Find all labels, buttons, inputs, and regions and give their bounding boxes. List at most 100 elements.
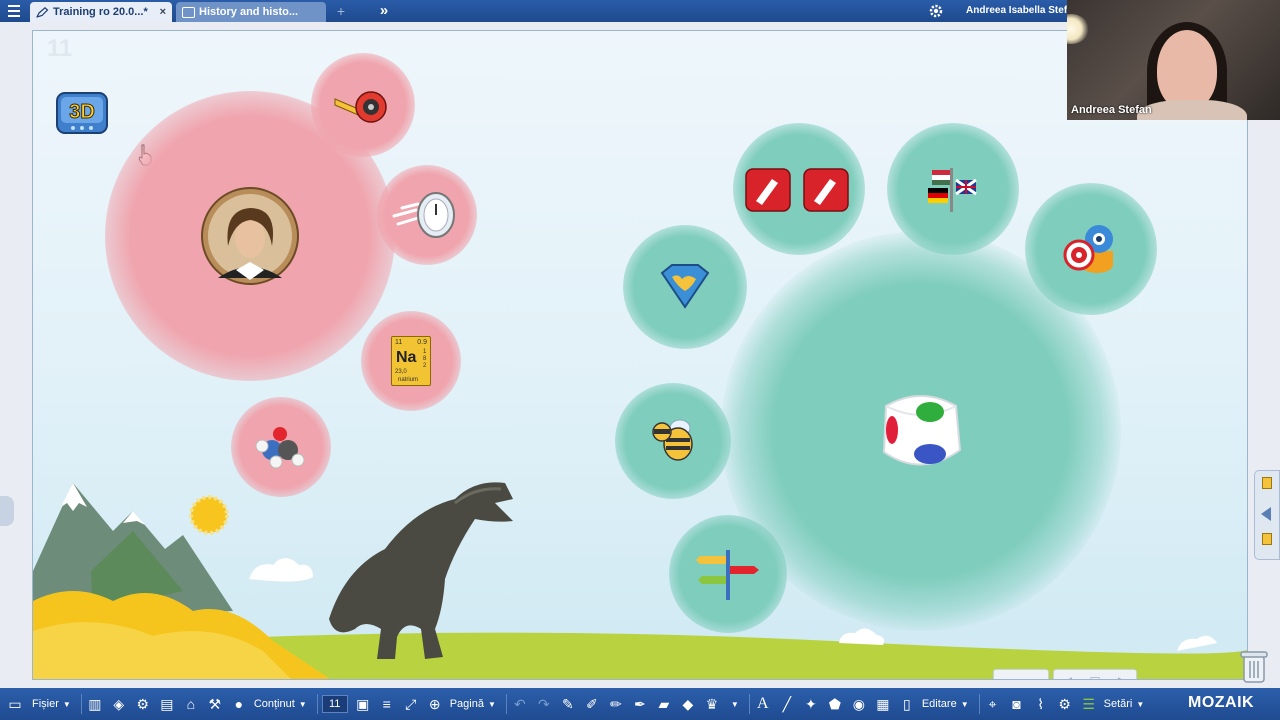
undo-icon: ↶ bbox=[514, 695, 526, 712]
gear-icon[interactable] bbox=[928, 3, 944, 19]
element-number: 11 bbox=[395, 339, 403, 346]
museum-button[interactable]: ⌂ bbox=[182, 688, 200, 720]
superhero-bubble[interactable] bbox=[623, 225, 747, 349]
webcam-name: Andreea Stefan bbox=[1071, 104, 1152, 116]
dock-note-icon[interactable] bbox=[1262, 477, 1272, 489]
tab-training-label: Training ro 20.0...* bbox=[53, 6, 148, 18]
next-page-icon[interactable]: › bbox=[1032, 673, 1037, 679]
user-name: Andreea Isabella Stef bbox=[966, 5, 1068, 16]
clapper-button[interactable]: ▦ bbox=[874, 688, 892, 720]
dinosaur-illustration[interactable] bbox=[325, 469, 525, 665]
chevron-down-icon: ▼ bbox=[487, 699, 496, 709]
file-menu[interactable]: ▭ Fișier ▼ bbox=[6, 688, 70, 720]
polygon-button[interactable]: ⬟ bbox=[826, 688, 844, 720]
forward-arrow-icon[interactable]: ▶ bbox=[1118, 674, 1127, 679]
book-button[interactable]: ▥ bbox=[86, 688, 104, 720]
eraser-button[interactable]: ▰ bbox=[655, 688, 673, 720]
page-icon[interactable]: ▤ bbox=[1089, 674, 1100, 679]
camera-icon: ◙ bbox=[1012, 696, 1021, 712]
lines-icon: ☰ bbox=[1082, 695, 1095, 712]
tools-icon: ⚙ bbox=[136, 695, 150, 712]
attach-button[interactable]: ⌇ bbox=[1032, 688, 1050, 720]
line-button[interactable]: ╱ bbox=[778, 688, 796, 720]
delete-button[interactable]: ▯ bbox=[898, 688, 916, 720]
add-page-button[interactable]: ▣ bbox=[354, 688, 372, 720]
layers-icon: ◈ bbox=[113, 695, 125, 712]
worksheet-bubble[interactable] bbox=[733, 123, 865, 255]
stopwatch-bubble[interactable] bbox=[377, 165, 477, 265]
prev-page-icon[interactable]: ‹ bbox=[1005, 673, 1010, 679]
marker-icon: ✐ bbox=[586, 695, 598, 712]
text-button[interactable]: A bbox=[754, 688, 772, 720]
tab-training[interactable]: Training ro 20.0...* × bbox=[30, 2, 172, 22]
tape-measure-bubble[interactable] bbox=[311, 53, 415, 157]
line-icon: ╱ bbox=[782, 695, 792, 712]
dock-doc-icon[interactable] bbox=[1262, 533, 1272, 545]
highlighter-button[interactable]: ✏ bbox=[607, 688, 625, 720]
page-menu[interactable]: Pagină ▼ bbox=[450, 688, 496, 720]
undo-button[interactable]: ↶ bbox=[511, 688, 529, 720]
page-list-button[interactable]: ≡ bbox=[378, 688, 396, 720]
page-list-icon: ≡ bbox=[382, 696, 391, 712]
pen-button[interactable]: ✎ bbox=[559, 688, 577, 720]
webcam-feed: Andreea Stefan bbox=[1067, 0, 1280, 120]
right-side-dock[interactable] bbox=[1254, 470, 1280, 560]
edit-menu[interactable]: Editare ▼ bbox=[922, 688, 969, 720]
pointer-button[interactable]: ⌖ bbox=[984, 688, 1002, 720]
trash-icon[interactable] bbox=[1238, 648, 1270, 684]
document-button[interactable]: ▤ bbox=[158, 688, 176, 720]
resize-button[interactable]: ⤢ bbox=[402, 688, 420, 720]
draw-more-button[interactable]: ▼ bbox=[727, 688, 739, 720]
dice-icon bbox=[882, 395, 962, 466]
divider bbox=[978, 694, 980, 714]
screen-icon: ▭ bbox=[8, 695, 22, 712]
3d-icon[interactable]: 3D bbox=[53, 87, 111, 141]
landscape-illustration bbox=[33, 483, 1247, 679]
bulb-button[interactable]: ● bbox=[230, 688, 248, 720]
hammer-button[interactable]: ⚒ bbox=[206, 688, 224, 720]
back-arrow-icon[interactable]: ◀ bbox=[1063, 674, 1072, 679]
shape-tool-button[interactable]: ✦ bbox=[802, 688, 820, 720]
more-tabs-icon[interactable]: » bbox=[374, 1, 394, 21]
tab-close-icon[interactable]: × bbox=[160, 6, 166, 18]
dock-arrow-icon[interactable] bbox=[1261, 507, 1271, 521]
page-number-field[interactable]: 11 bbox=[321, 695, 348, 713]
superhero-icon bbox=[660, 264, 710, 309]
lines-button[interactable]: ☰ bbox=[1080, 688, 1098, 720]
tab-history-label: History and histo... bbox=[199, 6, 299, 18]
redo-icon: ↷ bbox=[538, 695, 550, 712]
sodium-element-bubble[interactable]: 11 0.9 Na 1 8 2 23,0 natrium bbox=[361, 311, 461, 411]
zoom-button[interactable]: ⊕ bbox=[426, 688, 444, 720]
left-panel-handle[interactable] bbox=[0, 496, 14, 526]
tape-measure-icon bbox=[334, 91, 387, 123]
element-mass-top: 0.9 bbox=[417, 339, 427, 346]
main-menu-button[interactable] bbox=[2, 1, 26, 21]
brush-button[interactable]: ✒ bbox=[631, 688, 649, 720]
element-name: natrium bbox=[398, 377, 419, 383]
record-button[interactable]: ◉ bbox=[850, 688, 868, 720]
pointer-icon: ⌖ bbox=[988, 695, 997, 712]
content-menu[interactable]: Conținut ▼ bbox=[254, 688, 307, 720]
fill-button[interactable]: ◆ bbox=[679, 688, 697, 720]
new-tab-button[interactable]: + bbox=[330, 2, 352, 20]
whiteboard-canvas[interactable]: 11 3D 11 0.9 Na 1 8 2 23,0 natrium bbox=[32, 30, 1248, 680]
stopwatch-icon bbox=[392, 192, 455, 238]
chevron-down-icon: ▼ bbox=[960, 699, 969, 709]
crown-button[interactable]: ♛ bbox=[703, 688, 721, 720]
camera-button[interactable]: ◙ bbox=[1008, 688, 1026, 720]
settings-gear-button[interactable]: ⚙ bbox=[1056, 688, 1074, 720]
page-arrows[interactable]: ◀ ▤ ▶ bbox=[1053, 669, 1137, 679]
attach-icon: ⌇ bbox=[1037, 695, 1045, 712]
tools-button[interactable]: ⚙ bbox=[134, 688, 152, 720]
settings-menu[interactable]: Setări ▼ bbox=[1104, 688, 1145, 720]
layers-button[interactable]: ◈ bbox=[110, 688, 128, 720]
svg-text:3D: 3D bbox=[69, 101, 95, 123]
bottom-toolbar: ▭ Fișier ▼ ▥ ◈ ⚙ ▤ ⌂ ⚒ ● Conținut ▼ 11 ▣… bbox=[0, 688, 1280, 720]
worksheet-icon bbox=[745, 168, 849, 212]
marker-button[interactable]: ✐ bbox=[583, 688, 601, 720]
book-icon: ▥ bbox=[88, 695, 102, 712]
page-navigator[interactable]: ‹ › bbox=[993, 669, 1049, 679]
tab-history[interactable]: History and histo... bbox=[176, 2, 326, 22]
redo-button[interactable]: ↷ bbox=[535, 688, 553, 720]
crown-icon: ♛ bbox=[705, 695, 719, 712]
